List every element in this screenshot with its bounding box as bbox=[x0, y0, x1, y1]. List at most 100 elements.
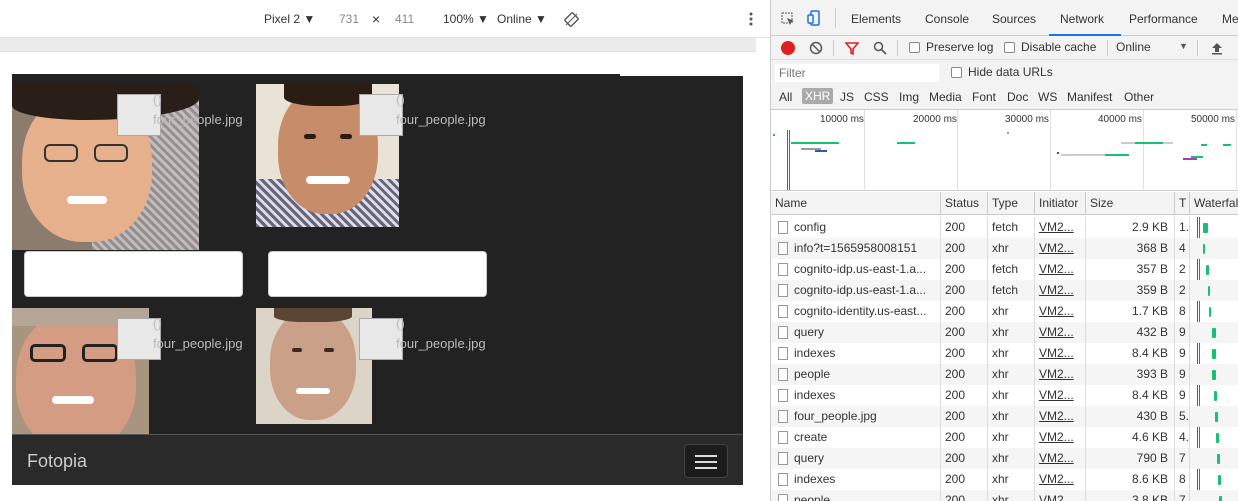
width-input[interactable]: 731 bbox=[339, 12, 359, 26]
type-filter-all[interactable]: All bbox=[779, 90, 792, 104]
tab-performance[interactable]: Performance bbox=[1129, 12, 1198, 26]
inspect-element-icon[interactable] bbox=[781, 12, 795, 29]
type-filter-font[interactable]: Font bbox=[972, 90, 996, 104]
filter-icon[interactable] bbox=[844, 42, 860, 58]
throttle-select[interactable]: Online bbox=[1116, 40, 1151, 54]
brand-title[interactable]: Fotopia bbox=[27, 451, 87, 472]
request-name[interactable]: people bbox=[771, 490, 941, 501]
request-name[interactable]: query bbox=[771, 322, 941, 343]
col-size[interactable]: Size bbox=[1086, 192, 1175, 215]
request-initiator[interactable]: VM2... bbox=[1035, 301, 1086, 322]
tab-network[interactable]: Network bbox=[1060, 12, 1104, 26]
request-name[interactable]: cognito-idp.us-east-1.a... bbox=[771, 259, 941, 280]
request-status: 200 bbox=[941, 217, 988, 238]
type-filter-manifest[interactable]: Manifest bbox=[1067, 90, 1112, 104]
type-filter-media[interactable]: Media bbox=[929, 90, 962, 104]
more-options-icon[interactable] bbox=[749, 12, 753, 29]
col-status[interactable]: Status bbox=[941, 192, 988, 215]
col-name[interactable]: Name bbox=[771, 192, 941, 215]
request-name[interactable]: cognito-identity.us-east... bbox=[771, 301, 941, 322]
request-type: xhr bbox=[988, 238, 1035, 259]
disable-cache-checkbox[interactable] bbox=[1004, 42, 1015, 53]
request-status: 200 bbox=[941, 364, 988, 385]
tab-sources[interactable]: Sources bbox=[992, 12, 1036, 26]
request-initiator[interactable]: VM2... bbox=[1035, 490, 1086, 501]
request-initiator[interactable]: VM2... bbox=[1035, 385, 1086, 406]
type-filter-other[interactable]: Other bbox=[1124, 90, 1154, 104]
menu-toggle-button[interactable] bbox=[684, 444, 728, 478]
request-name[interactable]: info?t=1565958008151 bbox=[771, 238, 941, 259]
import-har-icon[interactable] bbox=[1211, 41, 1223, 58]
table-row[interactable]: people 200 xhr VM2... 393 B9 bbox=[771, 364, 1238, 385]
request-initiator[interactable]: VM2... bbox=[1035, 406, 1086, 427]
table-row[interactable]: people 200 xhr VM2... 3.8 KB 7 bbox=[771, 490, 1238, 501]
col-initiator[interactable]: Initiator bbox=[1035, 192, 1086, 215]
network-throttle-select[interactable]: Online ▼ bbox=[497, 12, 547, 26]
hide-data-urls-checkbox[interactable] bbox=[951, 67, 962, 78]
table-row[interactable]: cognito-identity.us-east... 200 xhr VM2... 1… bbox=[771, 301, 1238, 322]
device-select[interactable]: Pixel 2 ▼ bbox=[264, 12, 315, 26]
table-row[interactable]: indexes 200 xhr VM2... 8.6 KB 8 bbox=[771, 469, 1238, 490]
preserve-log-checkbox[interactable] bbox=[909, 42, 920, 53]
request-initiator[interactable]: VM2... bbox=[1035, 322, 1086, 343]
type-filter-js[interactable]: JS bbox=[840, 90, 854, 104]
col-type[interactable]: Type bbox=[988, 192, 1035, 215]
request-initiator[interactable]: VM2... bbox=[1035, 364, 1086, 385]
request-initiator[interactable]: VM2... bbox=[1035, 469, 1086, 490]
request-name[interactable]: indexes bbox=[771, 343, 941, 364]
type-filter-css[interactable]: CSS bbox=[864, 90, 889, 104]
zoom-select[interactable]: 100% ▼ bbox=[443, 12, 489, 26]
overview-tick: 20000 ms bbox=[913, 114, 957, 125]
type-filter-xhr[interactable]: XHR bbox=[802, 88, 834, 104]
request-initiator[interactable]: VM2... bbox=[1035, 259, 1086, 280]
tab-elements[interactable]: Elements bbox=[851, 12, 901, 26]
request-initiator[interactable]: VM2... bbox=[1035, 427, 1086, 448]
face-name-input[interactable] bbox=[24, 251, 243, 297]
request-type: xhr bbox=[988, 322, 1035, 343]
waterfall-bar bbox=[1203, 244, 1205, 254]
request-initiator[interactable]: VM2... bbox=[1035, 343, 1086, 364]
table-row[interactable]: four_people.jpg 200 xhr VM2... 430 B 5. bbox=[771, 406, 1238, 427]
clear-icon[interactable] bbox=[809, 41, 823, 58]
request-name[interactable]: cognito-idp.us-east-1.a... bbox=[771, 280, 941, 301]
tab-more[interactable]: Me bbox=[1222, 12, 1238, 26]
request-name[interactable]: indexes bbox=[771, 385, 941, 406]
table-row[interactable]: create 200 xhr VM2... 4.6 KB 4. bbox=[771, 427, 1238, 448]
device-toggle-icon[interactable] bbox=[807, 10, 823, 29]
col-waterfall[interactable]: Waterfall bbox=[1190, 192, 1238, 215]
request-name[interactable]: people bbox=[771, 364, 941, 385]
chevron-down-icon: ▼ bbox=[1179, 41, 1188, 51]
table-row[interactable]: cognito-idp.us-east-1.a... 200 fetch VM2...… bbox=[771, 280, 1238, 301]
request-status: 200 bbox=[941, 385, 988, 406]
request-name[interactable]: indexes bbox=[771, 469, 941, 490]
request-initiator[interactable]: VM2... bbox=[1035, 238, 1086, 259]
request-name[interactable]: four_people.jpg bbox=[771, 406, 941, 427]
table-row[interactable]: query 200 xhr VM2... 790 B7 bbox=[771, 448, 1238, 469]
table-row[interactable]: config 200 fetch VM2... 2.9 KB 1. bbox=[771, 217, 1238, 238]
search-icon[interactable] bbox=[873, 41, 887, 58]
request-initiator[interactable]: VM2... bbox=[1035, 448, 1086, 469]
tab-console[interactable]: Console bbox=[925, 12, 969, 26]
dimension-times: × bbox=[372, 11, 381, 27]
face-tag: () bbox=[153, 92, 162, 107]
col-time[interactable]: T bbox=[1175, 192, 1190, 215]
request-type: fetch bbox=[988, 217, 1035, 238]
type-filter-doc[interactable]: Doc bbox=[1007, 90, 1028, 104]
request-initiator[interactable]: VM2... bbox=[1035, 280, 1086, 301]
height-input[interactable]: 411 bbox=[395, 12, 414, 26]
record-icon[interactable] bbox=[781, 41, 795, 55]
type-filter-ws[interactable]: WS bbox=[1038, 90, 1057, 104]
request-name[interactable]: query bbox=[771, 448, 941, 469]
table-row[interactable]: cognito-idp.us-east-1.a... 200 fetch VM2...… bbox=[771, 259, 1238, 280]
table-row[interactable]: query 200 xhr VM2... 432 B9 bbox=[771, 322, 1238, 343]
table-row[interactable]: info?t=1565958008151 200 xhr VM2... 368 B4 bbox=[771, 238, 1238, 259]
type-filter-img[interactable]: Img bbox=[899, 90, 919, 104]
table-row[interactable]: indexes 200 xhr VM2... 8.4 KB 9 bbox=[771, 385, 1238, 406]
request-name[interactable]: config bbox=[771, 217, 941, 238]
request-initiator[interactable]: VM2... bbox=[1035, 217, 1086, 238]
table-row[interactable]: indexes 200 xhr VM2... 8.4 KB 9 bbox=[771, 343, 1238, 364]
face-name-input[interactable] bbox=[268, 251, 487, 297]
rotate-icon[interactable] bbox=[564, 12, 579, 30]
request-name[interactable]: create bbox=[771, 427, 941, 448]
filter-input[interactable] bbox=[775, 64, 939, 82]
